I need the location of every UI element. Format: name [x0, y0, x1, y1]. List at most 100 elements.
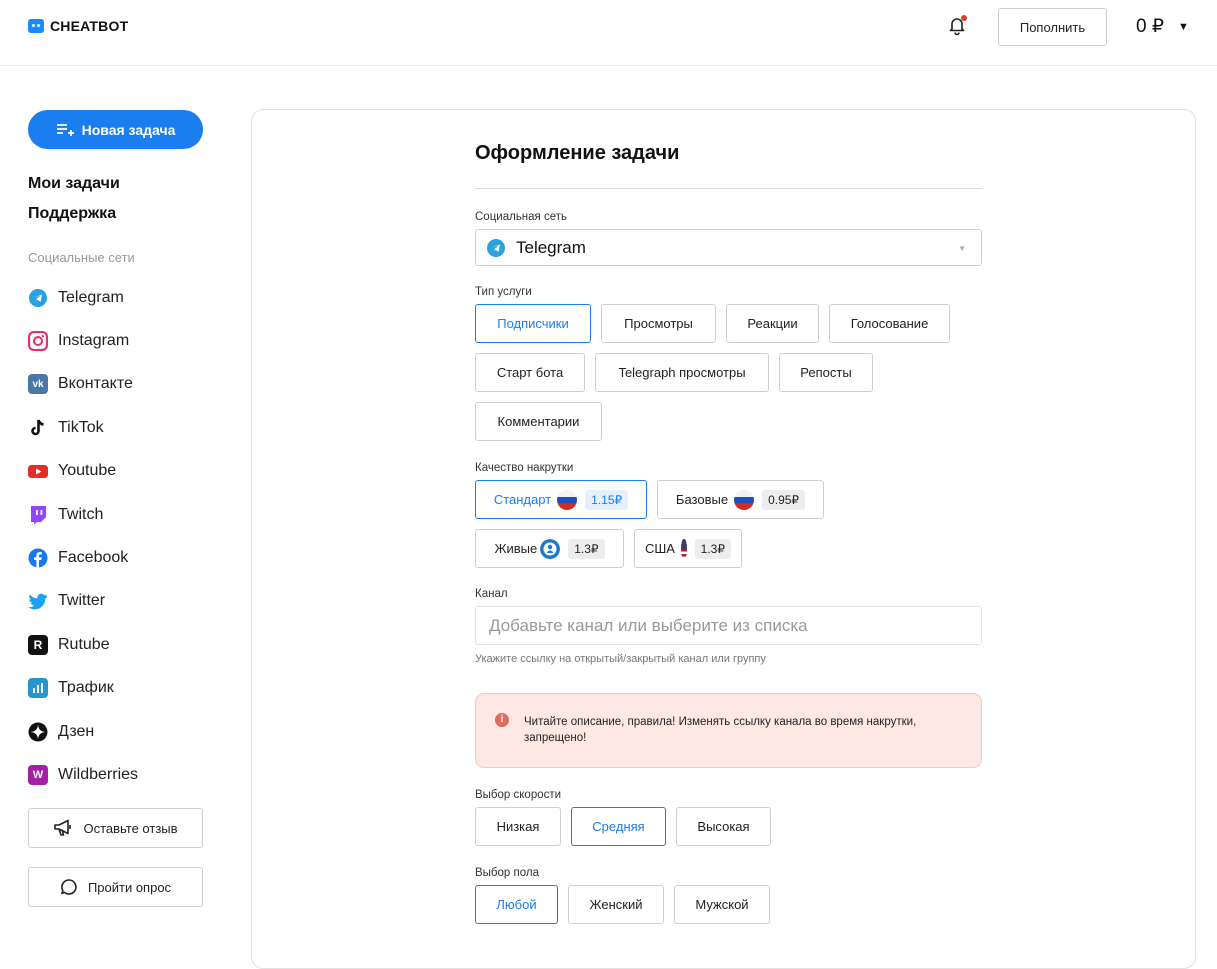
sidebar-item-label: Telegram: [58, 288, 124, 306]
instagram-icon: [28, 331, 48, 352]
facebook-icon: [28, 548, 48, 568]
twitter-icon: [28, 591, 48, 611]
new-task-label: Новая задача: [81, 121, 176, 138]
gender-any[interactable]: Любой: [475, 885, 558, 924]
quality-name: Базовые: [675, 492, 729, 507]
sidebar-item-label: TikTok: [58, 418, 104, 436]
survey-button[interactable]: Пройти опрос: [28, 867, 203, 907]
quality-basic[interactable]: Базовые 0.95₽: [657, 480, 824, 519]
alert-text: Читайте описание, правила! Изменять ссыл…: [524, 716, 917, 744]
title-divider: [475, 188, 982, 189]
vk-icon: vk: [28, 374, 48, 395]
sidebar-item-label: Дзен: [58, 722, 95, 740]
chat-bubble-icon: [61, 879, 77, 895]
sidebar-nav: Мои задачи Поддержка: [28, 173, 120, 233]
sidebar-item-twitter[interactable]: Twitter: [28, 580, 138, 623]
sidebar-item-traffic[interactable]: Трафик: [28, 667, 138, 710]
nav-my-tasks[interactable]: Мои задачи: [28, 173, 120, 203]
dzen-icon: [28, 722, 48, 742]
caret-down-icon: ▼: [958, 244, 966, 253]
new-task-button[interactable]: Новая задача: [28, 110, 203, 149]
telegram-icon: [487, 238, 505, 257]
service-comments[interactable]: Комментарии: [475, 402, 602, 441]
sidebar-item-label: Twitter: [58, 592, 106, 610]
sidebar-item-vk[interactable]: vk Вконтакте: [28, 363, 138, 406]
social-list: Telegram Instagram vk Вконтакте TikTok Y…: [28, 276, 138, 797]
logo-icon: [28, 19, 44, 33]
survey-label: Пройти опрос: [87, 879, 172, 895]
warning-alert: i Читайте описание, правила! Изменять сс…: [475, 693, 982, 768]
gender-male[interactable]: Мужской: [674, 885, 770, 924]
service-options: Подписчики Просмотры Реакции Голосование…: [475, 304, 982, 441]
ru-flag-icon: [557, 489, 578, 510]
gender-options: Любой Женский Мужской: [475, 885, 982, 924]
balance-dropdown[interactable]: 0 ₽ ▼: [1136, 15, 1189, 38]
speed-label: Выбор скорости: [475, 789, 562, 801]
service-views[interactable]: Просмотры: [601, 304, 716, 343]
quality-name: Стандарт: [493, 492, 552, 507]
sidebar-item-label: Instagram: [58, 332, 130, 350]
service-reposts[interactable]: Репосты: [779, 353, 873, 392]
info-icon: i: [495, 713, 509, 727]
top-header: CHEATBOT Пополнить 0 ₽ ▼: [0, 0, 1217, 66]
logo-text: CHEATBOT: [50, 18, 129, 34]
sidebar-item-label: Вконтакте: [58, 375, 133, 393]
service-subscribers[interactable]: Подписчики: [475, 304, 591, 343]
channel-input[interactable]: Добавьте канал или выберите из списка: [475, 606, 982, 645]
speed-low[interactable]: Низкая: [475, 807, 561, 846]
notification-dot: [961, 15, 967, 21]
page-title: Оформление задачи: [475, 142, 680, 164]
service-bot-start[interactable]: Старт бота: [475, 353, 585, 392]
quality-usa[interactable]: США 1.3₽: [634, 529, 742, 568]
telegram-icon: [28, 288, 48, 308]
balance-value: 0 ₽: [1136, 16, 1164, 37]
notification-bell-icon[interactable]: [946, 14, 968, 36]
us-flag-icon: [680, 538, 687, 559]
youtube-icon: [28, 461, 48, 481]
quality-live[interactable]: Живые 1.3₽: [475, 529, 624, 568]
quality-label: Качество накрутки: [475, 462, 574, 474]
twitch-icon: [28, 505, 48, 525]
traffic-icon: [28, 678, 48, 699]
quality-options: Стандарт 1.15₽ Базовые 0.95₽ Живые 1.3₽ …: [475, 480, 982, 568]
network-select[interactable]: Telegram ▼: [475, 229, 982, 266]
speed-high[interactable]: Высокая: [676, 807, 771, 846]
network-value: Telegram: [516, 237, 586, 257]
sidebar-item-label: Wildberries: [58, 765, 139, 783]
sidebar-item-dzen[interactable]: Дзен: [28, 710, 138, 753]
topup-button[interactable]: Пополнить: [998, 8, 1107, 46]
sidebar-item-tiktok[interactable]: TikTok: [28, 406, 138, 449]
ru-flag-icon: [734, 489, 755, 510]
channel-hint: Укажите ссылку на открытый/закрытый кана…: [475, 653, 766, 665]
price-badge: 1.3₽: [568, 538, 605, 559]
service-voting[interactable]: Голосование: [829, 304, 950, 343]
sidebar-item-wildberries[interactable]: W Wildberries: [28, 753, 138, 796]
sidebar-item-label: Youtube: [58, 462, 117, 480]
quality-name: Живые: [494, 541, 538, 556]
quality-standard[interactable]: Стандарт 1.15₽: [475, 480, 647, 519]
service-label: Тип услуги: [475, 286, 532, 298]
sidebar-item-telegram[interactable]: Telegram: [28, 276, 138, 319]
service-reactions[interactable]: Реакции: [726, 304, 819, 343]
sidebar-item-facebook[interactable]: Facebook: [28, 536, 138, 579]
logo[interactable]: CHEATBOT: [28, 18, 128, 34]
nav-support[interactable]: Поддержка: [28, 203, 120, 233]
network-label: Социальная сеть: [475, 211, 567, 223]
rutube-icon: R: [28, 634, 48, 655]
social-section-title: Социальные сети: [28, 250, 135, 265]
sidebar-item-rutube[interactable]: R Rutube: [28, 623, 138, 666]
sidebar-item-youtube[interactable]: Youtube: [28, 450, 138, 493]
price-badge: 1.15₽: [585, 489, 629, 510]
live-user-icon: [540, 538, 561, 559]
sidebar-item-twitch[interactable]: Twitch: [28, 493, 138, 536]
sidebar-item-instagram[interactable]: Instagram: [28, 319, 138, 362]
speed-medium[interactable]: Средняя: [571, 807, 666, 846]
feedback-label: Оставьте отзыв: [83, 820, 178, 836]
service-telegraph-views[interactable]: Telegraph просмотры: [595, 353, 769, 392]
gender-female[interactable]: Женский: [568, 885, 664, 924]
channel-label: Канал: [475, 588, 508, 600]
gender-label: Выбор пола: [475, 867, 539, 879]
task-form: Оформление задачи Социальная сеть Telegr…: [475, 140, 982, 924]
feedback-button[interactable]: Оставьте отзыв: [28, 808, 203, 848]
speed-options: Низкая Средняя Высокая: [475, 807, 982, 846]
